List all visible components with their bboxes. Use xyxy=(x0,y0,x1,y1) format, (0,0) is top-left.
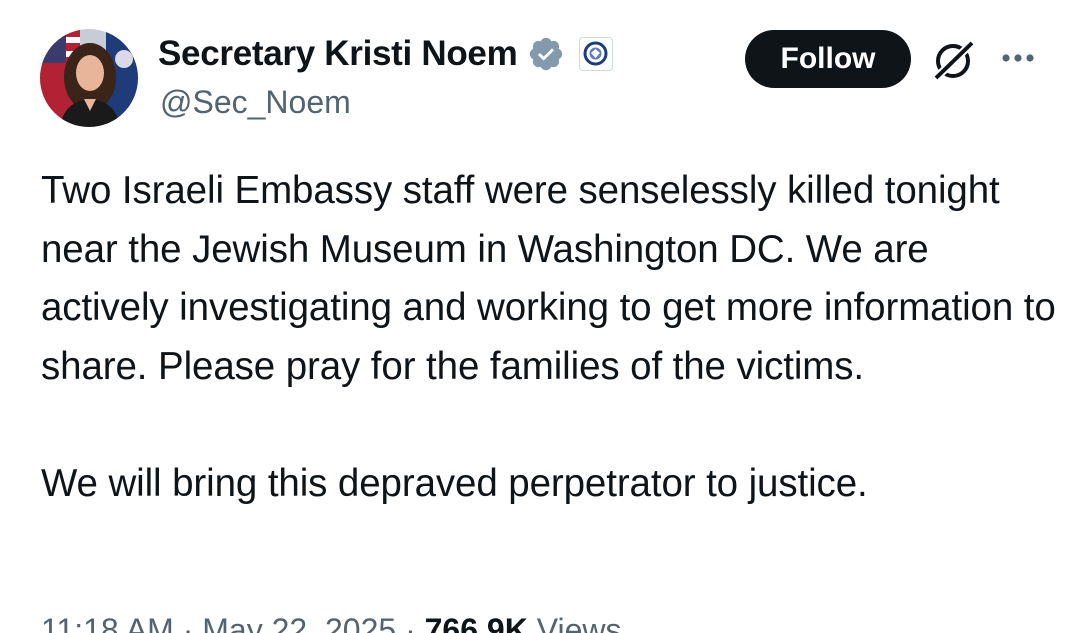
verified-badge-icon[interactable] xyxy=(527,35,565,73)
views-label: Views xyxy=(536,612,622,633)
tweet-time[interactable]: 11:18 AM xyxy=(41,612,174,633)
tweet-text: Two Israeli Embassy staff were senseless… xyxy=(41,169,1056,505)
avatar-image xyxy=(40,29,138,127)
author-handle[interactable]: @Sec_Noem xyxy=(160,84,351,121)
grok-icon[interactable] xyxy=(929,37,979,83)
tweet-card: Secretary Kristi Noem @Sec_Noem Follow T… xyxy=(0,0,1080,633)
author-display-name[interactable]: Secretary Kristi Noem xyxy=(158,34,518,74)
more-horizontal-icon[interactable] xyxy=(1000,46,1040,70)
meta-separator: · xyxy=(182,612,194,633)
tweet-date[interactable]: May 22, 2025 xyxy=(202,612,396,633)
views-count: 766.9K xyxy=(424,612,528,633)
author-name-row: Secretary Kristi Noem xyxy=(158,30,614,78)
dhs-affiliate-badge-icon[interactable] xyxy=(579,37,614,71)
tweet-meta: 11:18 AM · May 22, 2025 · 766.9K Views xyxy=(41,612,621,633)
follow-button[interactable]: Follow xyxy=(745,30,911,88)
avatar[interactable] xyxy=(40,29,138,127)
meta-separator: · xyxy=(405,612,416,633)
